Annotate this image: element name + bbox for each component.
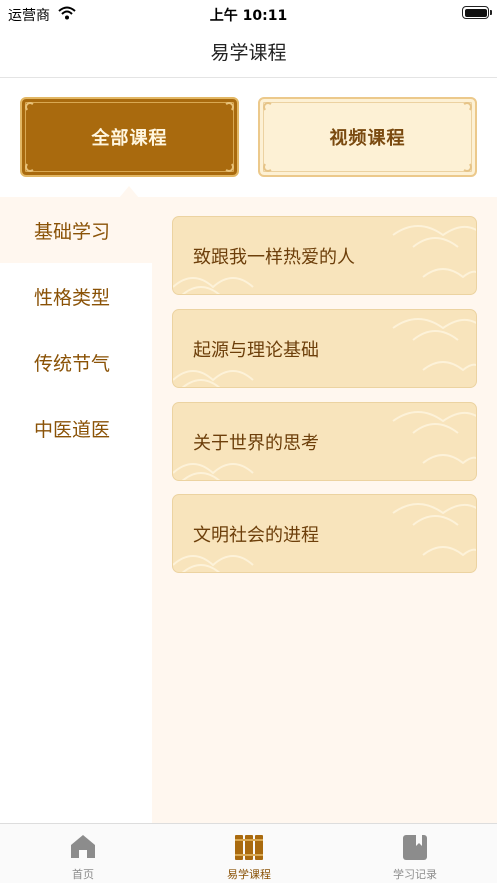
- all-courses-button[interactable]: 全部课程: [20, 97, 239, 177]
- category-sidebar: 基础学习 性格类型 传统节气 中医道医: [0, 197, 152, 824]
- sidebar-item-personality-types[interactable]: 性格类型: [0, 263, 152, 329]
- sidebar-item-label: 性格类型: [34, 286, 111, 309]
- course-card[interactable]: 致跟我一样热爱的人: [172, 216, 477, 295]
- sidebar-item-basic-study[interactable]: 基础学习: [0, 197, 152, 263]
- status-bar: 运营商 上午 10:11: [0, 0, 497, 28]
- home-icon: [69, 833, 97, 863]
- battery-icon: [462, 6, 492, 19]
- course-title: 文明社会的进程: [193, 524, 319, 546]
- status-time: 上午 10:11: [209, 8, 288, 24]
- course-card[interactable]: 文明社会的进程: [172, 494, 477, 573]
- course-title: 起源与理论基础: [193, 339, 319, 361]
- tab-home[interactable]: 首页: [0, 824, 166, 883]
- books-icon: [234, 833, 264, 865]
- sidebar-item-label: 传统节气: [34, 352, 111, 375]
- sidebar-item-solar-terms[interactable]: 传统节气: [0, 329, 152, 395]
- course-card[interactable]: 起源与理论基础: [172, 309, 477, 388]
- tab-label: 首页: [72, 868, 94, 881]
- video-courses-button[interactable]: 视频课程: [258, 97, 477, 177]
- tab-label: 易学课程: [227, 868, 271, 881]
- course-card[interactable]: 关于世界的思考: [172, 402, 477, 481]
- navigation-bar: 易学课程: [0, 28, 497, 78]
- all-courses-label: 全部课程: [91, 128, 168, 149]
- page-title: 易学课程: [210, 42, 287, 64]
- video-courses-label: 视频课程: [329, 128, 406, 149]
- sidebar-item-chinese-medicine[interactable]: 中医道医: [0, 395, 152, 461]
- tab-label: 学习记录: [393, 868, 437, 881]
- tab-courses[interactable]: 易学课程: [166, 824, 332, 883]
- sidebar-item-label: 基础学习: [34, 220, 111, 243]
- app-screen: 运营商 上午 10:11 易学课程 全部课程 视频课程 基础学习 性格类型 传统…: [0, 0, 497, 883]
- course-title: 致跟我一样热爱的人: [193, 246, 355, 268]
- sidebar-item-label: 中医道医: [34, 418, 111, 441]
- notebook-icon: [402, 833, 428, 865]
- tab-bar: 首页 易学课程 学习记录: [0, 823, 497, 883]
- tab-study-record[interactable]: 学习记录: [332, 824, 497, 883]
- course-title: 关于世界的思考: [193, 432, 319, 454]
